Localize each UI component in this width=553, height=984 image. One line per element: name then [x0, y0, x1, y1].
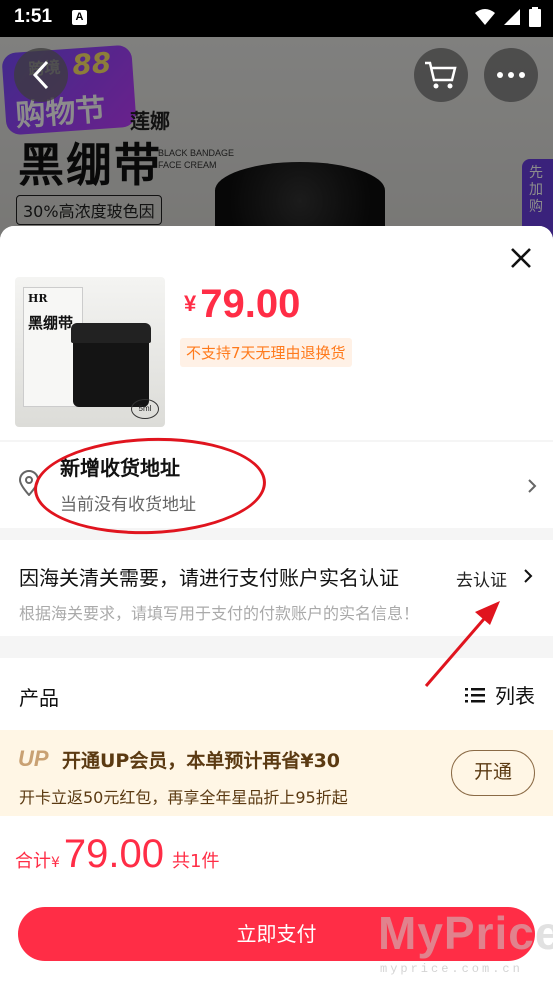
annotation-arrow [424, 601, 500, 687]
